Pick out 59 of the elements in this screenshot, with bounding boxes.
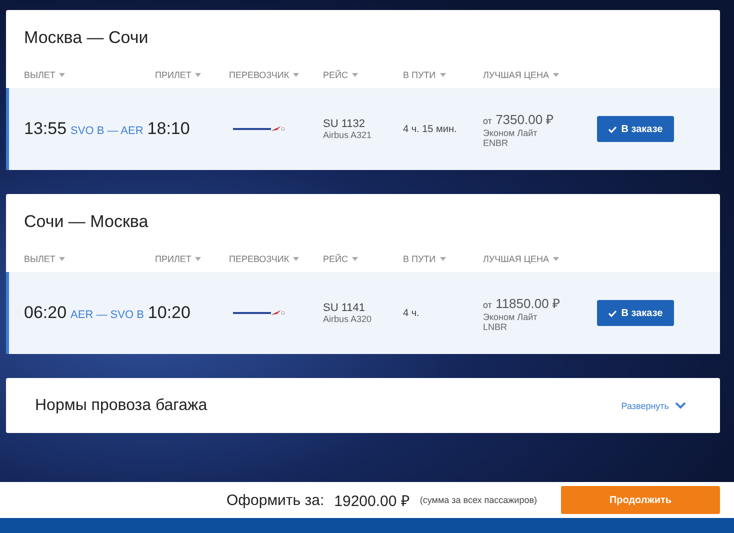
column-header[interactable]: В ПУТИ: [403, 254, 483, 264]
sort-caret-icon: [195, 73, 202, 77]
sort-caret-icon: [293, 73, 300, 77]
flight-number: SU 1132: [323, 118, 366, 130]
fare-name: Эконом Лайт: [483, 312, 538, 322]
column-header[interactable]: ПРИЛЕТ: [155, 254, 229, 264]
airports: SVO B — AER: [70, 125, 144, 137]
total-price: 19200.00 ₽: [334, 492, 410, 510]
route-title: Сочи — Москва: [23, 211, 150, 233]
column-header[interactable]: ЛУЧШАЯ ЦЕНА: [483, 70, 597, 80]
total-note: (сумма за всех пассажиров): [420, 495, 537, 505]
airline-logo-icon: [233, 125, 285, 133]
departure-time: 06:20: [24, 303, 67, 323]
duration: 4 ч.: [403, 308, 420, 318]
column-header[interactable]: ПЕРЕВОЗЧИК: [229, 70, 323, 80]
in-order-button[interactable]: В заказе: [597, 300, 674, 326]
sort-caret-icon: [553, 257, 560, 261]
flight-row[interactable]: 13:55 SVO B — AER 18:10 SU 1132 Airbus A321 4 ч. 15 мин. от 7350.00 ₽ Эконом Лайт ENBR В заказе: [6, 88, 720, 170]
in-order-button[interactable]: В заказе: [597, 116, 674, 142]
departure-time: 13:55: [24, 119, 67, 139]
sort-caret-icon: [440, 73, 446, 77]
aircraft: Airbus A321: [323, 130, 373, 140]
column-header[interactable]: РЕЙС: [323, 70, 403, 80]
price: от 11850.00 ₽: [483, 295, 562, 312]
chevron-icon: [675, 402, 686, 409]
check-icon: [608, 310, 618, 316]
sort-caret-icon: [195, 257, 202, 261]
column-header[interactable]: В ПУТИ: [403, 70, 483, 80]
sort-caret-icon: [59, 257, 66, 261]
fare-name: Эконом Лайт: [483, 128, 538, 138]
airline-logo-icon: [233, 309, 285, 317]
duration: 4 ч. 15 мин.: [403, 124, 458, 134]
column-header[interactable]: ВЫЛЕТ: [24, 254, 155, 264]
expand-link[interactable]: Развернуть: [621, 400, 686, 410]
sort-caret-icon: [352, 257, 358, 261]
sort-caret-icon: [553, 73, 560, 77]
checkout-label: Оформить за:: [226, 492, 324, 508]
continue-button[interactable]: Продолжить: [561, 486, 720, 514]
baggage-title: Нормы провоза багажа: [35, 396, 208, 414]
sort-caret-icon: [59, 73, 66, 77]
column-header[interactable]: ЛУЧШАЯ ЦЕНА: [483, 254, 597, 264]
arrival-time: 18:10: [147, 119, 190, 139]
sort-caret-icon: [352, 73, 358, 77]
column-header[interactable]: ВЫЛЕТ: [24, 70, 155, 80]
flight-number: SU 1141: [323, 302, 366, 314]
column-header[interactable]: ПЕРЕВОЗЧИК: [229, 254, 323, 264]
arrival-time: 10:20: [148, 303, 190, 323]
column-header[interactable]: РЕЙС: [323, 254, 403, 264]
sort-caret-icon: [293, 257, 300, 261]
column-header[interactable]: ПРИЛЕТ: [155, 70, 229, 80]
flight-row[interactable]: 06:20 AER — SVO B 10:20 SU 1141 Airbus A320 4 ч. от 11850.00 ₽ Эконом Лайт LNBR В заказе: [6, 272, 720, 354]
route-title: Москва — Сочи: [23, 27, 150, 49]
fare-code: LNBR: [483, 322, 508, 332]
aircraft: Airbus A320: [323, 314, 373, 324]
airports: AER — SVO B: [70, 309, 144, 321]
sort-caret-icon: [440, 257, 446, 261]
price: от 7350.00 ₽: [483, 111, 556, 128]
fare-code: ENBR: [483, 138, 510, 148]
check-icon: [608, 126, 618, 132]
